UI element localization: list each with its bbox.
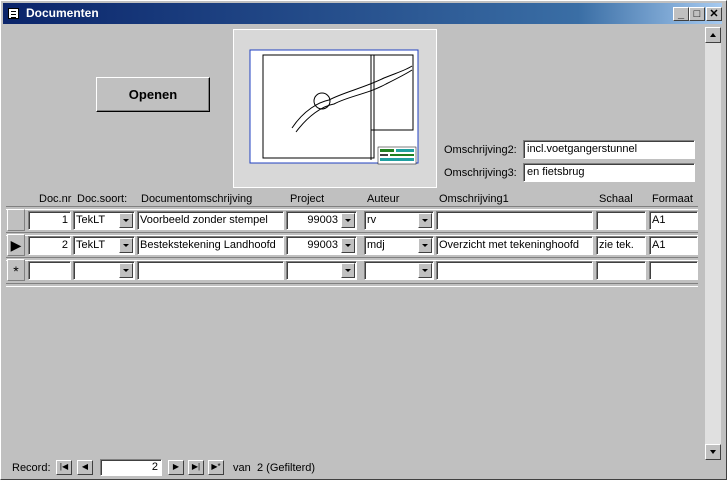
title-bar: Documenten _ □ ✕ — [3, 3, 722, 24]
of-label: van — [233, 462, 251, 474]
project-combo[interactable]: 99003 — [286, 211, 357, 230]
dropdown-arrow-icon[interactable] — [341, 238, 355, 253]
record-number-input[interactable]: 2 — [100, 459, 162, 476]
new-record-row: * — [6, 258, 698, 282]
drawing-preview[interactable] — [233, 29, 437, 188]
table-row: 1 TekLT Voorbeeld zonder stempel 99003 r… — [6, 208, 698, 232]
auteur-value: mdj — [367, 239, 385, 251]
documentomschrijving-field[interactable]: Voorbeeld zonder stempel — [137, 211, 284, 230]
new-record-icon[interactable]: * — [7, 259, 25, 281]
schaal-field[interactable] — [596, 261, 646, 280]
formaat-field[interactable] — [649, 261, 698, 280]
dropdown-arrow-icon[interactable] — [119, 213, 133, 228]
docsoort-value: TekLT — [76, 239, 106, 251]
record-label: Record: — [12, 462, 51, 474]
auteur-combo[interactable] — [364, 261, 434, 280]
col-header-docnr: Doc.nr — [39, 193, 72, 205]
docsoort-combo[interactable] — [73, 261, 135, 280]
col-header-omschrijving1: Omschrijving1 — [439, 193, 509, 205]
record-selector[interactable] — [7, 209, 25, 231]
last-record-icon[interactable]: ▶| — [188, 460, 204, 475]
omschrijving1-field[interactable] — [436, 211, 593, 230]
window: Documenten _ □ ✕ Openen Omschrijving2: i… — [0, 0, 727, 480]
table-row: ▶ 2 TekLT Bestekstekening Landhoofd 9900… — [6, 233, 698, 257]
dropdown-arrow-icon[interactable] — [341, 213, 355, 228]
project-combo[interactable] — [286, 261, 357, 280]
formaat-field[interactable]: A1 — [649, 236, 698, 255]
omschrijving2-label: Omschrijving2: — [444, 144, 517, 156]
docnr-field[interactable] — [28, 261, 71, 280]
documentomschrijving-field[interactable] — [137, 261, 284, 280]
omschrijving2-field[interactable]: incl.voetgangerstunnel — [523, 140, 695, 159]
drawing-thumbnail-icon — [234, 30, 434, 185]
schaal-field[interactable]: zie tek. — [596, 236, 646, 255]
auteur-combo[interactable]: rv — [364, 211, 434, 230]
project-value: 99003 — [307, 214, 338, 226]
open-button[interactable]: Openen — [96, 77, 210, 112]
previous-record-icon[interactable]: ◀ — [77, 460, 93, 475]
dropdown-arrow-icon[interactable] — [119, 238, 133, 253]
project-value: 99003 — [307, 239, 338, 251]
next-record-icon[interactable]: ▶ — [168, 460, 184, 475]
first-record-icon[interactable]: |◀ — [56, 460, 72, 475]
schaal-field[interactable] — [596, 211, 646, 230]
minimize-button[interactable]: _ — [673, 7, 689, 21]
current-record-indicator-icon[interactable]: ▶ — [7, 234, 25, 256]
dropdown-arrow-icon[interactable] — [418, 238, 432, 253]
auteur-combo[interactable]: mdj — [364, 236, 434, 255]
maximize-button[interactable]: □ — [689, 7, 705, 21]
row-separator — [6, 283, 698, 287]
dropdown-arrow-icon[interactable] — [341, 263, 355, 278]
dropdown-arrow-icon[interactable] — [418, 263, 432, 278]
vertical-scrollbar[interactable] — [705, 27, 721, 460]
scroll-up-icon[interactable] — [705, 27, 721, 43]
form-icon — [8, 8, 19, 19]
omschrijving3-label: Omschrijving3: — [444, 167, 517, 179]
auteur-value: rv — [367, 214, 377, 226]
col-header-project: Project — [290, 193, 325, 205]
record-navigation-bar: Record: |◀ ◀ 2 ▶ ▶| ▶* van 2 (Gefilterd) — [6, 459, 705, 477]
close-button[interactable]: ✕ — [706, 7, 722, 21]
docnr-field[interactable]: 2 — [28, 236, 71, 255]
col-header-formaat: Formaat — [652, 193, 693, 205]
record-total: 2 (Gefilterd) — [257, 462, 316, 474]
window-title: Documenten — [26, 6, 99, 20]
dropdown-arrow-icon[interactable] — [418, 213, 432, 228]
omschrijving1-field[interactable]: Overzicht met tekeninghoofd — [436, 236, 593, 255]
omschrijving3-field[interactable]: en fietsbrug — [523, 163, 695, 182]
project-combo[interactable]: 99003 — [286, 236, 357, 255]
form-body: Openen Omschrijving2: incl.voetgangerstu — [6, 27, 705, 479]
documentomschrijving-field[interactable]: Bestekstekening Landhoofd — [137, 236, 284, 255]
scroll-down-icon[interactable] — [705, 444, 721, 460]
docsoort-value: TekLT — [76, 214, 106, 226]
docsoort-combo[interactable]: TekLT — [73, 236, 135, 255]
omschrijving1-field[interactable] — [436, 261, 593, 280]
dropdown-arrow-icon[interactable] — [119, 263, 133, 278]
col-header-docsoort: Doc.soort: — [77, 193, 128, 205]
col-header-auteur: Auteur — [367, 193, 400, 205]
docnr-field[interactable]: 1 — [28, 211, 71, 230]
col-header-documentomschrijving: Documentomschrijving — [141, 193, 253, 205]
new-record-nav-icon[interactable]: ▶* — [208, 460, 224, 475]
col-header-schaal: Schaal — [599, 193, 633, 205]
formaat-field[interactable]: A1 — [649, 211, 698, 230]
docsoort-combo[interactable]: TekLT — [73, 211, 135, 230]
